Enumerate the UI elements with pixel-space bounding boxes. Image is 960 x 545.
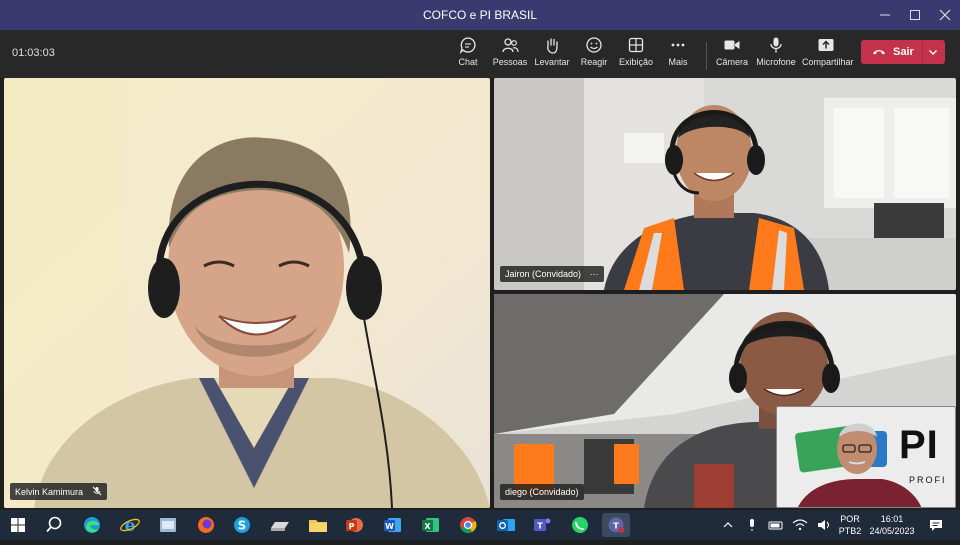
- svg-text:P: P: [349, 522, 355, 531]
- chrome-icon[interactable]: [454, 513, 482, 537]
- excel-icon[interactable]: X: [416, 513, 444, 537]
- self-view-logo-text: PI: [899, 423, 939, 467]
- people-icon: [502, 38, 519, 53]
- video-stage: Kelvin Kamimura Jairon (Convidado) ··· d…: [0, 78, 960, 510]
- participant-name: Jairon (Convidado): [505, 269, 582, 279]
- people-button[interactable]: Pessoas: [486, 36, 534, 74]
- microphone-button[interactable]: Microfone: [752, 36, 800, 74]
- battery-icon[interactable]: [766, 510, 786, 540]
- chevron-down-icon[interactable]: [927, 46, 939, 58]
- chat-label: Chat: [458, 57, 478, 67]
- search-icon[interactable]: [40, 513, 68, 537]
- file-explorer-icon[interactable]: [304, 513, 332, 537]
- participant-name: Kelvin Kamimura: [15, 487, 84, 497]
- raise-hand-label: Levantar: [534, 57, 570, 67]
- svg-text:T: T: [613, 522, 619, 531]
- tray-microphone-icon[interactable]: [742, 510, 762, 540]
- wifi-icon[interactable]: [790, 510, 810, 540]
- people-label: Pessoas: [492, 57, 528, 67]
- clock[interactable]: 16:01 24/05/2023: [864, 513, 920, 537]
- self-view-logo-sub: PROFI: [909, 475, 947, 485]
- maximize-icon[interactable]: [900, 0, 930, 30]
- participant-name-tag: Jairon (Convidado) ···: [500, 266, 604, 282]
- chat-button[interactable]: Chat: [444, 36, 492, 74]
- minimize-icon[interactable]: [870, 0, 900, 30]
- camera-icon: [724, 40, 740, 50]
- meeting-toolbar: 01:03:03 Chat Pessoas Levantar Reagir Ex…: [0, 30, 960, 78]
- participant-name: diego (Convidado): [505, 487, 579, 497]
- raise-hand-icon: [547, 38, 558, 54]
- teams-icon[interactable]: T: [528, 513, 556, 537]
- teams-active-icon[interactable]: T: [602, 513, 630, 537]
- title-bar: COFCO e PI BRASIL: [0, 0, 960, 30]
- chat-icon: [459, 37, 476, 54]
- more-label: Mais: [668, 57, 688, 67]
- more-icon: [671, 43, 685, 47]
- hang-up-icon: [873, 50, 885, 55]
- smiley-icon: [586, 37, 602, 53]
- volume-icon[interactable]: [814, 510, 834, 540]
- input-language-indicator[interactable]: POR PTB2: [836, 513, 864, 537]
- camera-button[interactable]: Câmera: [708, 36, 756, 74]
- participant-more-icon[interactable]: ···: [590, 269, 599, 279]
- leave-button[interactable]: Sair: [861, 40, 945, 64]
- react-button[interactable]: Reagir: [570, 36, 618, 74]
- powerpoint-icon[interactable]: P: [340, 513, 368, 537]
- file-manager-icon[interactable]: [154, 513, 182, 537]
- video-feed-kelvin: [4, 78, 490, 508]
- clock-time: 16:01: [880, 514, 904, 524]
- skype-icon[interactable]: S: [228, 513, 256, 537]
- internet-explorer-icon[interactable]: e: [116, 513, 144, 537]
- microphone-label: Microfone: [756, 57, 796, 67]
- windows-start-icon[interactable]: [4, 513, 32, 537]
- video-feed-jairon: [494, 78, 956, 290]
- view-button[interactable]: Exibição: [612, 36, 660, 74]
- edge-icon[interactable]: [78, 513, 106, 537]
- leave-label: Sair: [893, 46, 914, 58]
- whatsapp-icon[interactable]: [566, 513, 594, 537]
- clock-date: 24/05/2023: [869, 526, 915, 536]
- input-language-top: POR: [840, 514, 860, 524]
- tray-chevron-up-icon[interactable]: [718, 510, 738, 540]
- close-icon[interactable]: [930, 0, 960, 30]
- leave-divider: [922, 40, 923, 64]
- camera-label: Câmera: [715, 57, 748, 67]
- share-button[interactable]: Compartilhar: [802, 36, 854, 74]
- window-title: COFCO e PI BRASIL: [422, 8, 538, 22]
- notification-icon[interactable]: [926, 510, 946, 540]
- svg-text:X: X: [424, 522, 431, 531]
- video-tile-jairon[interactable]: Jairon (Convidado) ···: [494, 78, 956, 290]
- word-icon[interactable]: W: [378, 513, 406, 537]
- participant-name-tag: diego (Convidado): [500, 484, 584, 500]
- outlook-icon[interactable]: [492, 513, 520, 537]
- participant-name-tag: Kelvin Kamimura: [10, 483, 107, 500]
- firefox-icon[interactable]: [192, 513, 220, 537]
- svg-text:W: W: [385, 522, 394, 531]
- raise-hand-button[interactable]: Levantar: [528, 36, 576, 74]
- more-button[interactable]: Mais: [654, 36, 702, 74]
- self-view[interactable]: PI PROFI: [776, 406, 956, 508]
- svg-text:T: T: [537, 522, 543, 531]
- grid-view-icon: [628, 37, 644, 53]
- muted-microphone-icon: [92, 486, 101, 496]
- meeting-timer: 01:03:03: [12, 47, 55, 59]
- view-label: Exibição: [618, 57, 654, 67]
- input-language-bottom: PTB2: [838, 526, 862, 536]
- video-tile-kelvin[interactable]: Kelvin Kamimura: [4, 78, 490, 508]
- windows-taskbar: e S P W X T T POR PTB2 16:01 24/05/2023: [0, 510, 960, 540]
- toolbar-separator: [706, 42, 707, 70]
- share-icon: [818, 39, 834, 51]
- share-label: Compartilhar: [802, 57, 854, 67]
- drive-icon[interactable]: [266, 513, 294, 537]
- svg-text:S: S: [238, 519, 247, 533]
- microphone-icon: [770, 37, 782, 53]
- react-label: Reagir: [580, 57, 608, 67]
